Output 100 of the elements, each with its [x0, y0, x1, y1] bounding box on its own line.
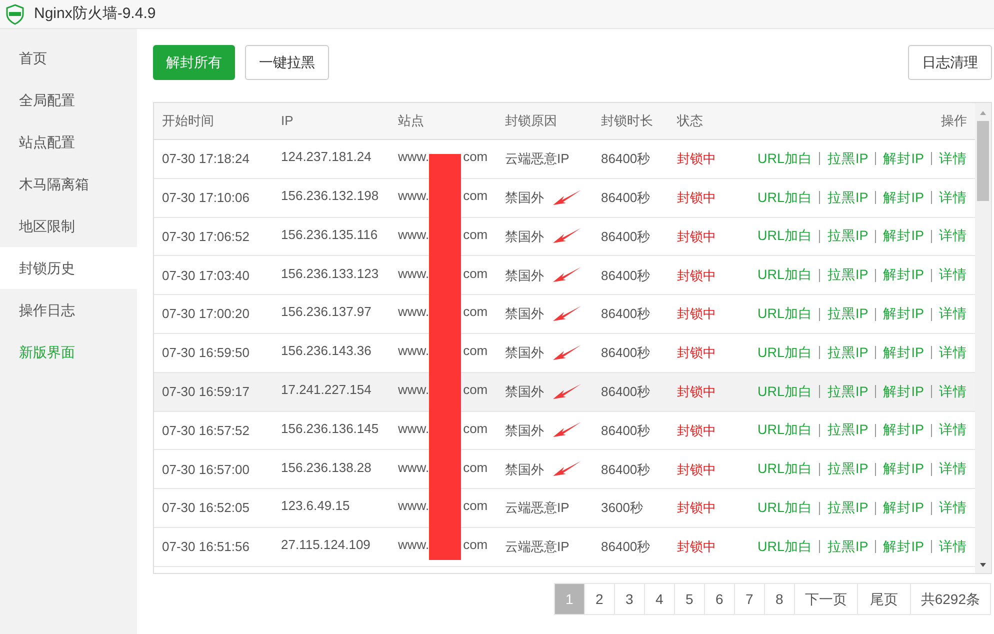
action-link[interactable]: 解封IP: [883, 382, 924, 402]
clear-log-button[interactable]: 日志清理: [908, 45, 992, 80]
table-cell-text: 86400秒: [600, 266, 652, 285]
action-link[interactable]: URL加白: [757, 304, 812, 324]
table-cell-text: com: [463, 536, 488, 554]
action-link[interactable]: 解封IP: [883, 304, 924, 324]
table-row[interactable]: 07-30 16:57:52 156.236.136.145 www. com 禁国外 86400秒 封锁中 URL加白 拉黑IP 解封IP 详情: [154, 412, 975, 450]
table-cell-text: com: [463, 420, 488, 438]
action-link[interactable]: 拉黑IP: [827, 498, 868, 518]
page-button[interactable]: 1: [554, 584, 585, 614]
action-link[interactable]: 拉黑IP: [827, 420, 868, 441]
action-link[interactable]: 解封IP: [883, 498, 924, 518]
table-cell-text: 124.237.181.24: [280, 148, 372, 166]
action-link[interactable]: 解封IP: [883, 265, 924, 286]
scrollbar-thumb[interactable]: [977, 121, 989, 201]
action-link[interactable]: 解封IP: [883, 188, 924, 208]
action-link[interactable]: 拉黑IP: [827, 459, 868, 480]
action-link[interactable]: URL加白: [757, 420, 812, 441]
table-cell-text: com: [463, 380, 488, 399]
sidebar-item[interactable]: 木马隔离箱: [0, 163, 137, 205]
table-cell-text: 86400秒: [600, 538, 652, 556]
table-cell-text: www.: [398, 458, 430, 477]
action-link[interactable]: 详情: [939, 148, 967, 170]
action-link[interactable]: 拉黑IP: [827, 226, 868, 247]
table-cell-text: com: [463, 458, 488, 477]
action-link[interactable]: URL加白: [757, 226, 812, 247]
toolbar-button[interactable]: 一键拉黑: [245, 45, 329, 80]
sidebar-item[interactable]: 操作日志: [0, 289, 137, 331]
table-cell-text: com: [463, 226, 488, 244]
action-link[interactable]: 解封IP: [883, 459, 924, 480]
action-link[interactable]: URL加白: [757, 188, 812, 208]
action-link[interactable]: 详情: [939, 226, 967, 247]
action-link[interactable]: 详情: [939, 536, 967, 557]
table-cell-text: 86400秒: [600, 150, 652, 168]
table-cell-text: 07-30 16:52:05: [161, 499, 250, 518]
table-row[interactable]: 07-30 17:06:52 156.236.135.116 www. com 禁国外 86400秒 封锁中 URL加白 拉黑IP 解封IP 详情: [154, 218, 975, 256]
column-header: 站点: [397, 112, 425, 130]
action-link[interactable]: 详情: [939, 265, 967, 286]
action-link[interactable]: 详情: [939, 342, 967, 363]
scrollbar[interactable]: [975, 103, 991, 573]
scroll-down-icon[interactable]: [979, 561, 987, 569]
table-cell-text: com: [463, 342, 488, 360]
action-link[interactable]: 解封IP: [883, 420, 924, 441]
action-link[interactable]: 解封IP: [883, 226, 924, 247]
table-cell-text: 07-30 16:59:17: [161, 382, 250, 401]
toolbar-button[interactable]: 解封所有: [153, 45, 235, 80]
table-cell-text: 156.236.137.97: [280, 303, 372, 322]
action-link[interactable]: 解封IP: [883, 536, 924, 557]
action-link[interactable]: URL加白: [757, 342, 812, 363]
table-cell-text: 07-30 16:57:00: [161, 460, 250, 479]
table-cell-text: www.: [398, 226, 430, 244]
table-cell-text: 27.115.124.109: [280, 536, 372, 554]
action-link[interactable]: 解封IP: [883, 342, 924, 363]
action-link[interactable]: URL加白: [757, 382, 812, 402]
table-cell-text: 86400秒: [600, 228, 652, 246]
table-cell-text: 云端恶意IP: [505, 499, 570, 518]
sidebar-item[interactable]: 地区限制: [0, 205, 137, 247]
table-cell-text: 156.236.135.116: [280, 226, 379, 244]
action-link[interactable]: 详情: [939, 382, 967, 402]
table-cell-text: 156.236.132.198: [280, 186, 380, 205]
sidebar-item[interactable]: 站点配置: [0, 121, 137, 163]
table-cell-text: 07-30 17:03:40: [161, 266, 250, 285]
action-link[interactable]: 详情: [939, 459, 967, 480]
sidebar-item[interactable]: 首页: [0, 37, 137, 79]
action-link[interactable]: 拉黑IP: [827, 342, 868, 363]
action-link[interactable]: 详情: [939, 188, 967, 208]
action-link[interactable]: 拉黑IP: [827, 148, 868, 170]
table-cell-text: 07-30 17:06:52: [161, 228, 250, 246]
table-cell-text: com: [463, 497, 488, 516]
table-cell-text: www.: [398, 497, 430, 516]
column-header: 开始时间: [161, 112, 215, 130]
action-link[interactable]: 详情: [939, 498, 967, 518]
table-cell-text: 123.6.49.15: [280, 497, 351, 516]
sidebar-item[interactable]: 全局配置: [0, 79, 137, 121]
action-link[interactable]: 拉黑IP: [827, 304, 868, 324]
action-link[interactable]: 拉黑IP: [827, 265, 868, 286]
action-link[interactable]: 详情: [939, 420, 967, 441]
table-cell-text: 156.236.143.36: [280, 342, 372, 360]
table-cell-text: 云端恶意IP: [505, 150, 570, 168]
action-link[interactable]: 解封IP: [883, 148, 924, 170]
action-link[interactable]: 拉黑IP: [827, 188, 868, 208]
sidebar-item[interactable]: 封锁历史: [0, 247, 137, 289]
status-text: 封锁中: [676, 538, 717, 556]
sidebar-item[interactable]: 新版界面: [0, 331, 137, 373]
action-link[interactable]: 拉黑IP: [827, 536, 868, 557]
table-cell-text: 07-30 17:10:06: [161, 188, 250, 207]
column-header: IP: [280, 112, 294, 130]
action-link[interactable]: URL加白: [757, 498, 812, 518]
table-row[interactable]: 07-30 16:59:17 17.241.227.154 www. com 禁国外 86400秒 封锁中 URL加白 拉黑IP 解封IP 详情: [154, 372, 975, 412]
table-cell-text: com: [463, 186, 488, 205]
action-link[interactable]: URL加白: [757, 265, 812, 286]
action-link[interactable]: 拉黑IP: [827, 382, 868, 402]
action-link[interactable]: URL加白: [757, 148, 812, 170]
table-cell-text: 禁国外: [505, 460, 544, 479]
action-link[interactable]: 详情: [939, 304, 967, 324]
action-link[interactable]: URL加白: [757, 459, 812, 480]
action-link[interactable]: URL加白: [757, 536, 812, 557]
table-cell-text: 86400秒: [600, 305, 652, 324]
scroll-up-icon[interactable]: [979, 109, 987, 117]
table-cell-text: com: [463, 303, 488, 322]
